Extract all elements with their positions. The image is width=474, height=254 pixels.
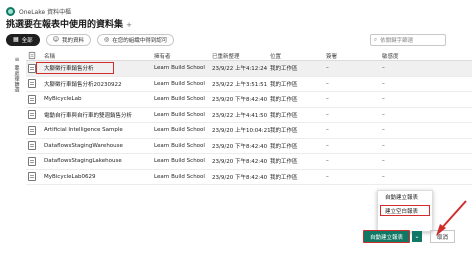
annotation-arrow-icon	[436, 200, 467, 236]
